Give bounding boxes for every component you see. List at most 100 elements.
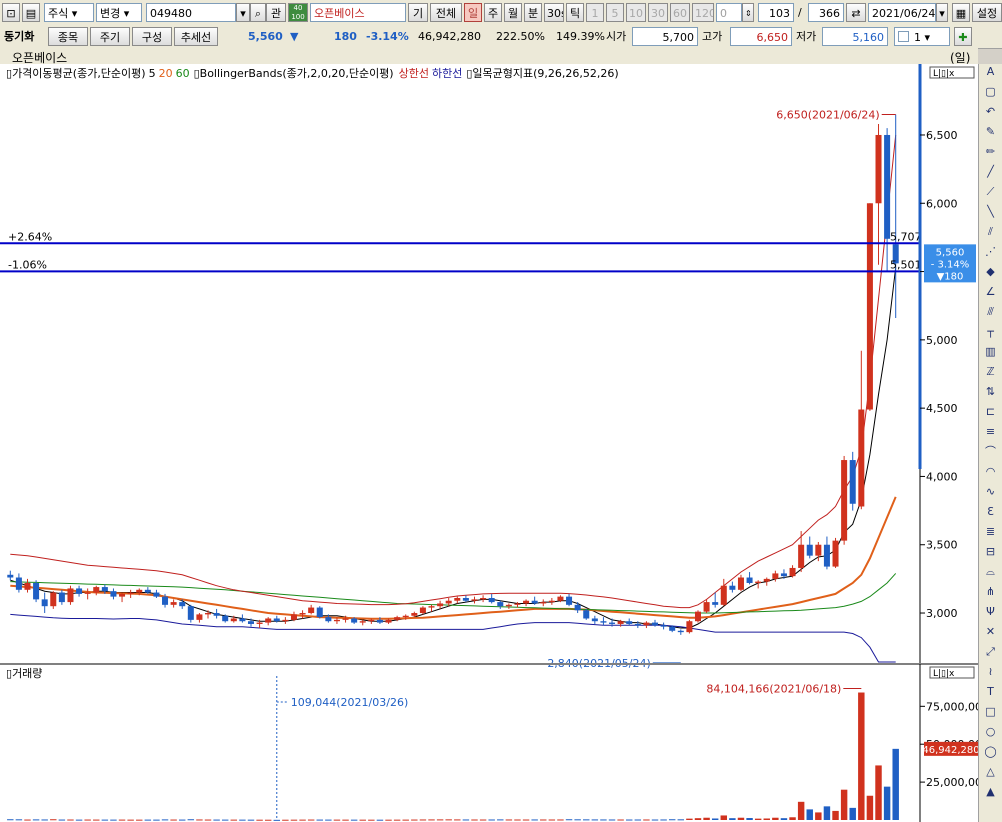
tab-trendline[interactable]: 추세선 [174, 27, 218, 46]
minute-120-button[interactable]: 120 [692, 3, 714, 22]
period-day-tab[interactable]: 일 [464, 3, 482, 22]
volume-bar [625, 819, 633, 821]
period-month-tab[interactable]: 월 [504, 3, 522, 22]
fan-icon[interactable]: ⌒ [983, 444, 998, 459]
candle-body [67, 588, 74, 603]
period-30s-tab[interactable]: 30s [544, 3, 564, 22]
total-count-field[interactable]: 366 [808, 3, 844, 22]
price-tick-label: 6,000 [926, 197, 958, 210]
rectangle-icon[interactable]: □ [983, 704, 998, 719]
minute-60-button[interactable]: 60 [670, 3, 690, 22]
fibo-icon[interactable]: ≡ [983, 424, 998, 439]
total-count: 366 [819, 7, 840, 20]
save-icon[interactable]: ▤ [22, 3, 40, 22]
volume-pane-controls[interactable]: L|▯|x [929, 666, 975, 679]
candle-body [110, 591, 117, 597]
candle-body [419, 607, 426, 614]
market-select[interactable]: 주식 ▾ [44, 3, 94, 22]
vertical-icon[interactable]: ┬ [983, 324, 998, 339]
date-input[interactable]: 2021/06/24 [868, 3, 936, 22]
code-input[interactable]: 049480 [146, 3, 236, 22]
mode-select[interactable]: 변경 ▾ [96, 3, 142, 22]
cross-icon[interactable]: ✕ [983, 624, 998, 639]
triangle-icon[interactable]: △ [983, 764, 998, 779]
candle-body [746, 577, 753, 583]
parallel-icon[interactable]: ⫽ [983, 224, 998, 239]
count-input[interactable]: 0 [716, 3, 742, 22]
chart-canvas[interactable]: ▯가격이동평균(종가,단순이평) 5 20 60 ▯BollingerBands(종가,… [0, 64, 978, 822]
fork-icon[interactable]: ⫻ [983, 304, 998, 319]
channel-icon[interactable]: ⋰ [983, 244, 998, 259]
ray-icon[interactable]: ⟋ [983, 184, 998, 199]
tab-period[interactable]: 주기 [90, 27, 130, 46]
minute-5-button[interactable]: 5 [606, 3, 624, 22]
circle-icon[interactable]: ◯ [983, 744, 998, 759]
badge-40-100[interactable]: 40 100 [288, 3, 308, 22]
window-icon[interactable]: ⊡ [2, 3, 20, 22]
date-dropdown-icon[interactable]: ▾ [936, 3, 948, 22]
volume-bar [144, 819, 152, 821]
fibo-channel-icon[interactable]: ⊟ [983, 544, 998, 559]
candle-body [780, 573, 787, 577]
zigzag-icon[interactable]: ℤ [983, 364, 998, 379]
gann-icon[interactable]: ▥ [983, 344, 998, 359]
overlay-combo[interactable]: 1 ▾ [894, 27, 950, 46]
tab-stock[interactable]: 종목 [48, 27, 88, 46]
arrows-icon[interactable]: ⇅ [983, 384, 998, 399]
cycle-icon[interactable]: ∿ [983, 484, 998, 499]
trend-line-icon[interactable]: ╱ [983, 164, 998, 179]
minute-30-button[interactable]: 30 [648, 3, 668, 22]
candle-body [376, 619, 383, 623]
angle-icon[interactable]: ∠ [983, 284, 998, 299]
period-minute-tab[interactable]: 분 [524, 3, 542, 22]
ellipse-icon[interactable]: ○ [983, 724, 998, 739]
cursor-a-icon[interactable]: A [983, 64, 998, 79]
candle-body [239, 618, 246, 622]
fibo-e-icon[interactable]: Ɛ [983, 504, 998, 519]
eraser-pink-icon[interactable]: ◆ [983, 264, 998, 279]
stock-name-field[interactable]: 오픈베이스 [310, 3, 406, 22]
gi-button[interactable]: 기 [408, 3, 428, 22]
period-tick-tab[interactable]: 틱 [566, 3, 584, 22]
circle-arc-icon[interactable]: ◠ [983, 464, 998, 479]
search-icon[interactable]: ⌕ [250, 3, 266, 22]
all-button[interactable]: 전체 [430, 3, 462, 22]
volume-bar [402, 819, 409, 821]
candle-body [763, 578, 770, 582]
minute-1-button[interactable]: 1 [586, 3, 604, 22]
add-icon[interactable]: ✚ [954, 27, 972, 46]
volume-bar [729, 818, 736, 820]
candle-body [290, 614, 297, 620]
segment-icon[interactable]: ╲ [983, 204, 998, 219]
period-week-tab[interactable]: 주 [484, 3, 502, 22]
tab-compose[interactable]: 구성 [132, 27, 172, 46]
pitchfork-icon[interactable]: Ψ [983, 604, 998, 619]
code-dropdown-icon[interactable]: ▾ [236, 3, 250, 22]
overlay-checkbox[interactable] [898, 31, 909, 42]
marker-icon[interactable]: ▲ [983, 784, 998, 799]
minute-10-button[interactable]: 10 [626, 3, 646, 22]
pencil-icon[interactable]: ✏ [983, 144, 998, 159]
volume-bar [711, 818, 719, 820]
volume-bar [866, 795, 874, 820]
bracket-icon[interactable]: ⊏ [983, 404, 998, 419]
wave-icon[interactable]: ≀ [983, 664, 998, 679]
gann-fan-icon[interactable]: ⋔ [983, 584, 998, 599]
calendar-icon[interactable]: ▦ [952, 3, 970, 22]
count-stepper[interactable]: ⇕ [742, 3, 754, 22]
text-tool-icon[interactable]: T [983, 684, 998, 699]
eraser-icon[interactable]: ✎ [983, 124, 998, 139]
price-pane-controls[interactable]: L|▯|x [929, 66, 975, 79]
volume-bar [789, 817, 796, 820]
candle-body [531, 600, 538, 604]
visible-count-input[interactable]: 103 [758, 3, 794, 22]
settings-button[interactable]: 설정 [972, 3, 1002, 22]
box-icon[interactable]: ▢ [983, 84, 998, 99]
fibo-arc-icon[interactable]: ⌓ [983, 564, 998, 579]
zoom-icon[interactable]: ⇄ [846, 3, 866, 22]
speed-line-icon[interactable]: ⤢ [983, 644, 998, 659]
fibo-line-icon[interactable]: ≣ [983, 524, 998, 539]
related-button[interactable]: 관 [266, 3, 286, 22]
return-icon[interactable]: ↶ [983, 104, 998, 119]
volume-bar [548, 819, 556, 821]
